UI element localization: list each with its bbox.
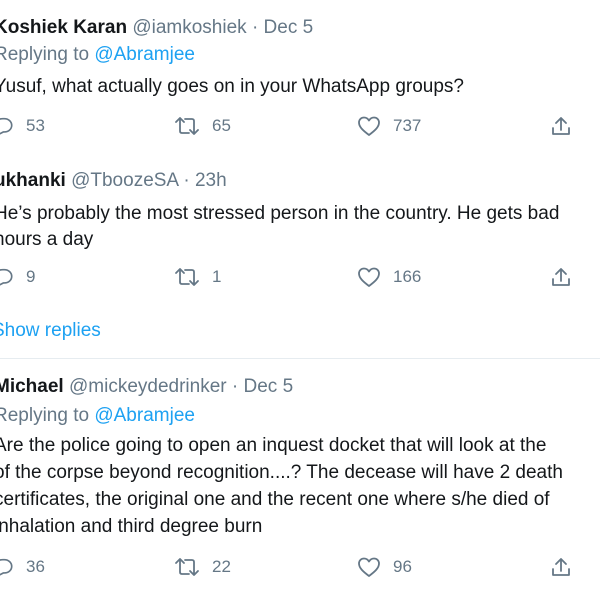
retweet-count: 65 [212,116,231,135]
tweet-text: Yusuf, what actually goes on in your Wha… [0,76,464,97]
heart-icon [358,116,380,136]
tweet-date[interactable]: 23h [195,170,227,191]
retweet-button[interactable]: 1 [174,265,221,289]
reply-count: 53 [26,116,45,135]
tweet-date[interactable]: Dec 5 [264,17,314,38]
share-button[interactable] [550,555,572,579]
tweet-text-line: Are the police going to open an inquest … [0,435,547,456]
retweet-icon [175,558,199,576]
like-button[interactable]: 166 [357,265,421,289]
mention-link[interactable]: @Abramjee [94,405,195,426]
tweet-text-line: hours a day [0,229,94,250]
separator-dot: · [251,17,259,38]
like-button[interactable]: 737 [357,114,421,138]
like-count: 737 [393,116,422,135]
tweet-text-line: certificates, the original one and the r… [0,489,550,510]
replying-prefix: Replying to [0,44,90,65]
retweet-button[interactable]: 22 [174,555,231,579]
author-name[interactable]: Koshiek Karan [0,17,127,38]
tweet-actions: 36 22 96 [0,555,600,579]
reply-count: 9 [26,267,36,286]
reply-icon [0,268,13,286]
share-icon [552,117,570,135]
tweet-actions: 9 1 166 [0,265,600,289]
like-button[interactable]: 96 [357,555,412,579]
like-count: 166 [393,267,422,286]
retweet-button[interactable]: 65 [174,114,231,138]
retweet-count: 22 [212,557,231,576]
share-button[interactable] [550,114,572,138]
tweet-text-line: He’s probably the most stressed person i… [0,203,560,224]
retweet-icon [175,117,199,135]
retweet-count: 1 [212,267,222,286]
tweet-header: Michael @mickeydedrinker · Dec 5 [0,375,293,399]
reply-button[interactable]: 9 [0,265,35,289]
author-name[interactable]: ukhanki [0,170,66,191]
separator-dot: · [183,170,190,191]
mention-link[interactable]: @Abramjee [94,44,195,65]
replying-to: Replying to @Abramjee [0,404,195,428]
reply-count: 36 [26,557,45,576]
tweet-header: Koshiek Karan @iamkoshiek · Dec 5 [0,16,313,40]
retweet-icon [175,268,199,286]
tweet-date[interactable]: Dec 5 [244,376,294,397]
share-icon [552,558,570,576]
reply-icon [0,558,13,576]
reply-icon [0,117,13,135]
reply-button[interactable]: 36 [0,555,45,579]
tweet-actions: 53 65 737 [0,114,600,138]
tweet-text-line: of the corpse beyond recognition....? Th… [0,462,563,483]
tweet-text-line: inhalation and third degree burn [0,516,263,537]
heart-icon [358,267,380,287]
separator-dot: · [231,376,239,397]
share-icon [552,268,570,286]
show-replies-link[interactable]: Show replies [0,320,101,342]
author-name[interactable]: Michael [0,376,64,397]
heart-icon [358,557,380,577]
replying-to: Replying to @Abramjee [0,43,195,67]
author-handle[interactable]: @iamkoshiek [132,17,246,38]
tweet-header: ukhanki @TboozeSA · 23h [0,169,227,193]
divider [0,358,600,359]
author-handle[interactable]: @TboozeSA [71,170,178,191]
share-button[interactable] [550,265,572,289]
like-count: 96 [393,557,412,576]
reply-button[interactable]: 53 [0,114,45,138]
replying-prefix: Replying to [0,405,90,426]
author-handle[interactable]: @mickeydedrinker [69,376,227,397]
